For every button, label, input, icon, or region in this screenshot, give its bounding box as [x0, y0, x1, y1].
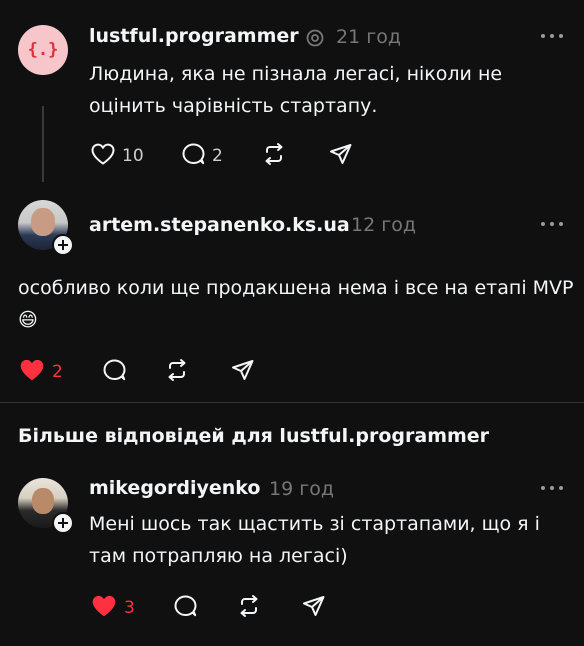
send-icon	[301, 594, 327, 622]
repost-button[interactable]	[261, 142, 287, 170]
like-count: 10	[122, 146, 144, 166]
follow-plus-icon[interactable]	[52, 234, 74, 256]
post-time: 21 год	[336, 26, 401, 48]
reply-button[interactable]: 2	[180, 142, 223, 170]
post-username[interactable]: lustful.programmer	[89, 25, 299, 47]
thread-line	[42, 106, 44, 182]
repost-icon	[236, 594, 262, 622]
reply-count: 2	[212, 146, 223, 166]
like-button[interactable]: 2	[18, 357, 63, 387]
like-count: 3	[124, 598, 135, 618]
avatar[interactable]	[18, 200, 74, 256]
send-icon	[328, 142, 354, 170]
repost-icon	[164, 358, 190, 386]
comment-icon	[101, 358, 127, 386]
share-button[interactable]	[328, 142, 354, 170]
section-divider	[0, 402, 584, 403]
avatar[interactable]	[18, 478, 74, 534]
more-options-icon[interactable]	[541, 222, 563, 228]
post-text: Людина, яка не пізнала легасі, ніколи не…	[89, 63, 503, 117]
reply-text: Мені шось так щастить зі стартапами, що …	[89, 513, 540, 567]
reply-time: 19 год	[269, 478, 334, 500]
send-icon	[230, 358, 256, 386]
reply-button[interactable]	[172, 594, 198, 622]
more-options-icon[interactable]	[541, 34, 563, 40]
avatar[interactable]: {.}	[18, 25, 68, 75]
like-count: 2	[52, 362, 63, 382]
heart-filled-icon	[90, 593, 118, 623]
like-button[interactable]: 3	[90, 593, 135, 623]
post-time: 12 год	[351, 214, 416, 236]
heart-filled-icon	[18, 357, 46, 387]
post-username[interactable]: artem.stepanenko.ks.ua	[89, 214, 350, 236]
threads-badge-icon	[305, 28, 325, 52]
comment-icon	[172, 594, 198, 622]
reply-button[interactable]	[101, 358, 127, 386]
repost-icon	[261, 142, 287, 170]
repost-button[interactable]	[236, 594, 262, 622]
more-options-icon[interactable]	[541, 486, 563, 492]
more-replies-title: Більше відповідей для lustful.programmer	[18, 425, 490, 447]
avatar-logo-text: {.}	[27, 40, 59, 60]
comment-icon	[180, 142, 206, 170]
like-button[interactable]: 10	[90, 142, 144, 170]
reply-username[interactable]: mikegordiyenko	[89, 477, 260, 499]
post-text: особливо коли ще продакшена нема і все н…	[18, 277, 574, 331]
share-button[interactable]	[301, 594, 327, 622]
repost-button[interactable]	[164, 358, 190, 386]
heart-icon	[90, 142, 116, 170]
share-button[interactable]	[230, 358, 256, 386]
follow-plus-icon[interactable]	[52, 512, 74, 534]
